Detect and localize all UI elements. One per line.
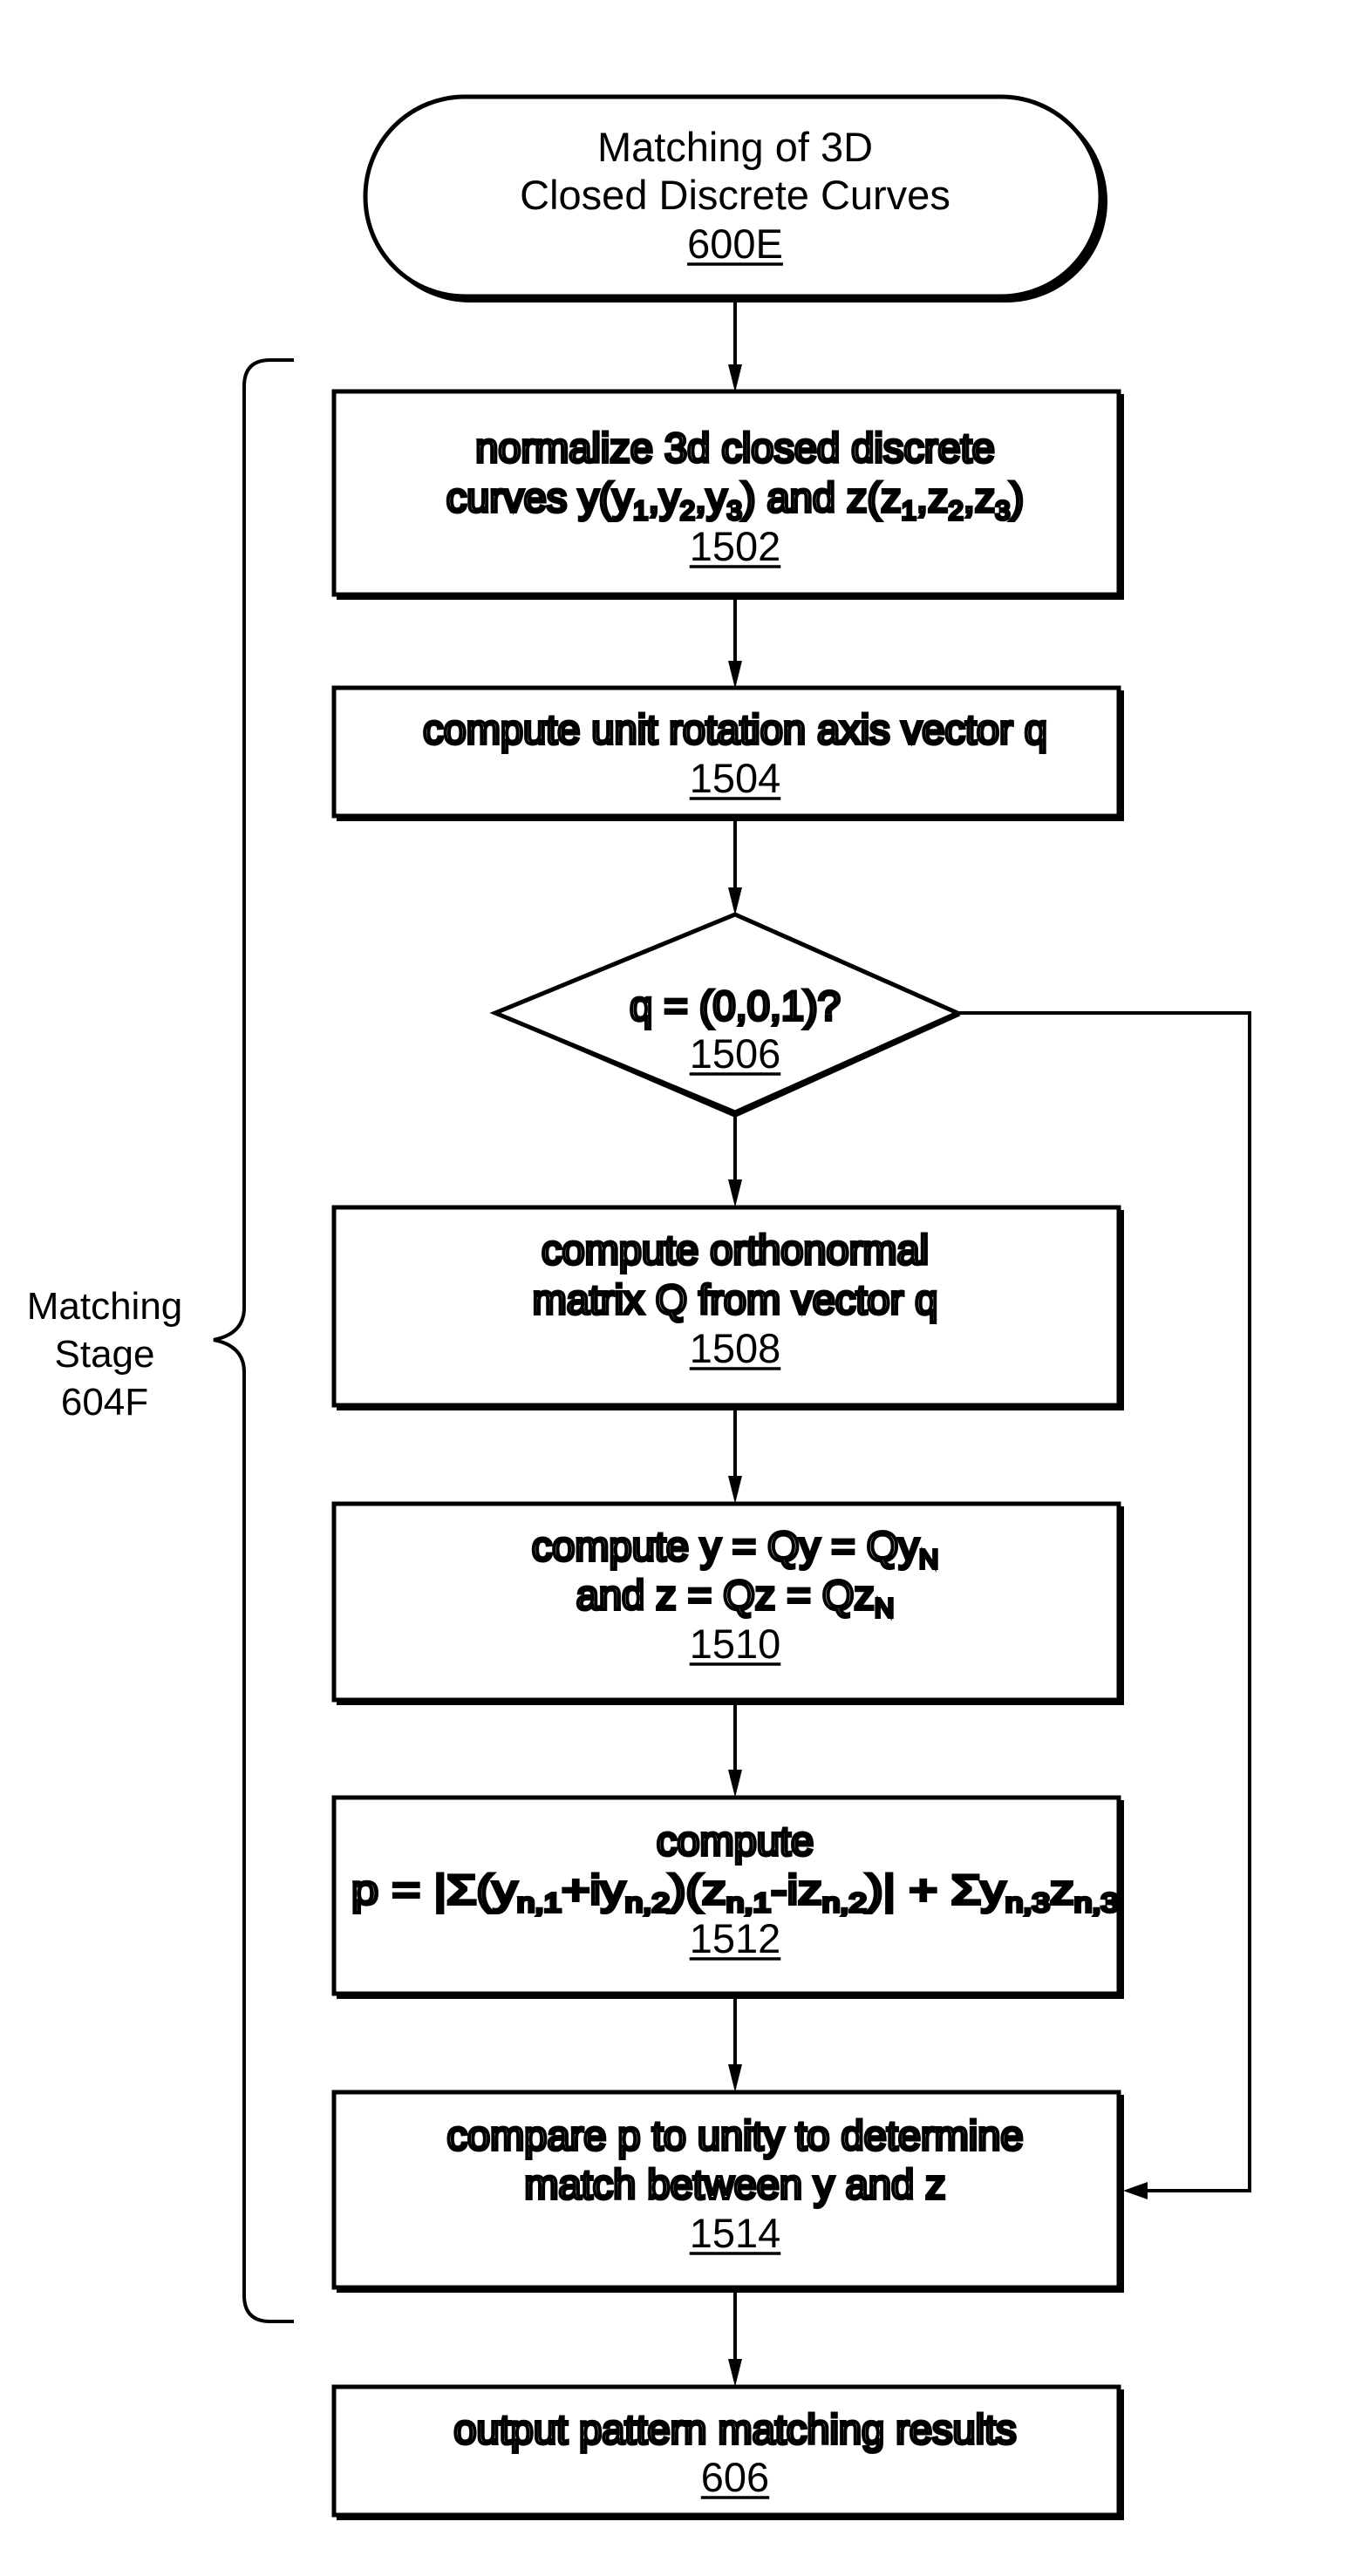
subscript-text: 3 (995, 495, 1010, 526)
step-1514: compare p to unity to determine match be… (331, 2090, 1124, 2293)
step-1508-line-2: matrix Q from vector q (533, 1276, 938, 1322)
flowchart-diagram: Matching of 3D Closed Discrete Curves 60… (27, 94, 1251, 2520)
step-606-ref: 606 (701, 2454, 769, 2500)
arrowhead-icon (728, 364, 742, 392)
subscript-text: 3 (727, 495, 742, 526)
arrowhead-icon (1123, 2182, 1148, 2199)
text-segment: and z = Qz = Qz (576, 1572, 875, 1618)
step-1504-line-1: compute unit rotation axis vector q (423, 706, 1047, 752)
text-segment: compute orthonormal (542, 1227, 929, 1273)
arrowhead-icon (728, 661, 742, 689)
subscript-text: N (919, 1544, 938, 1574)
subscript-text: 2 (680, 495, 695, 526)
step-1510: compute y = Qy = QyN and z = Qz = QzN 15… (331, 1501, 1124, 1705)
text-segment: compare p to unity to determine (447, 2112, 1024, 2158)
subscript-text: n,2 (822, 1887, 867, 1918)
subscript-text: n,3 (1074, 1887, 1119, 1918)
group-label-line-2: Stage (55, 1333, 155, 1376)
arrowhead-icon (728, 887, 742, 915)
step-1514-line-1: compare p to unity to determine (447, 2112, 1024, 2158)
step-1508: compute orthonormal matrix Q from vector… (331, 1205, 1124, 1410)
subscript-text: N (875, 1593, 894, 1623)
subscript-text: 2 (948, 495, 963, 526)
step-1508-line-1: compute orthonormal (542, 1227, 929, 1273)
group-label-line-1: Matching (27, 1285, 183, 1328)
text-segment: curves y(y (446, 474, 634, 520)
text-segment: ) (1011, 474, 1025, 520)
start-title-line-1: Matching of 3D (597, 124, 873, 170)
text-segment: ) and z(z (742, 474, 902, 520)
text-segment: z (1050, 1866, 1074, 1913)
step-1504: compute unit rotation axis vector q 1504 (331, 685, 1124, 821)
step-1502-ref: 1502 (690, 523, 781, 569)
step-606: output pattern matching results 606 (331, 2384, 1124, 2520)
group-label-ref: 604F (61, 1381, 148, 1424)
step-1512-ref: 1512 (690, 1915, 781, 1961)
arrowhead-icon (728, 2064, 742, 2092)
step-1512: compute p = |Σ(y n,1 +iy n,2)(z n,1 -iz n,2)| … (331, 1795, 1124, 1999)
subscript-text: 1 (633, 495, 648, 526)
step-1510-line-1: compute y = Qy = QyN (532, 1523, 938, 1574)
arrowhead-icon (728, 1476, 742, 1504)
arrowhead-icon (728, 1770, 742, 1798)
curly-brace-icon (213, 358, 294, 2323)
matching-stage-group: Matching Stage 604F (27, 358, 294, 2323)
subscript-text: n,3 (1005, 1887, 1050, 1918)
text-segment: +iy (562, 1866, 625, 1913)
text-segment: )(z (670, 1866, 726, 1913)
text-segment: ,z (964, 474, 996, 520)
text-segment: normalize 3d closed discrete (475, 425, 995, 471)
start-title-line-2: Closed Discrete Curves (520, 172, 950, 218)
step-1512-line-1: compute (657, 1818, 814, 1864)
subscript-text: n,1 (517, 1887, 562, 1918)
text-segment: matrix Q from vector q (533, 1276, 938, 1322)
arrowhead-icon (728, 2359, 742, 2387)
text-segment: -iz (771, 1866, 822, 1913)
step-1514-line-2: match between y and z (524, 2161, 945, 2207)
arrowhead-icon (728, 1179, 742, 1207)
text-segment: p = |Σ(y (351, 1866, 517, 1913)
step-1514-ref: 1514 (690, 2210, 781, 2256)
text-segment: )| + Σy (867, 1866, 1005, 1913)
step-606-line-1: output pattern matching results (453, 2406, 1016, 2452)
step-1506-decision: q = (0,0,1)? 1506 (489, 912, 964, 1118)
subscript-text: 1 (902, 495, 916, 526)
text-segment: ,y (648, 474, 680, 520)
text-segment: output pattern matching results (453, 2406, 1016, 2452)
text-segment: compute (657, 1818, 814, 1864)
start-terminal: Matching of 3D Closed Discrete Curves 60… (363, 94, 1107, 302)
text-segment: compute unit rotation axis vector q (423, 706, 1047, 752)
step-1510-line-2: and z = Qz = QzN (576, 1572, 895, 1623)
step-1508-ref: 1508 (690, 1325, 781, 1371)
step-1506-line-1: q = (0,0,1)? (630, 982, 841, 1029)
text-segment: compute y = Qy = Qy (532, 1523, 920, 1569)
step-1502: normalize 3d closed discrete curves y(y1… (331, 389, 1124, 600)
step-1506-ref: 1506 (690, 1030, 781, 1077)
step-1510-ref: 1510 (690, 1621, 781, 1667)
start-ref: 600E (687, 221, 783, 267)
subscript-text: n,1 (726, 1887, 771, 1918)
text-segment: q = (0,0,1)? (630, 982, 841, 1029)
step-1504-ref: 1504 (690, 755, 781, 801)
step-1502-line-1: normalize 3d closed discrete (475, 425, 995, 471)
text-segment: ,y (695, 474, 727, 520)
subscript-text: n,2 (625, 1887, 670, 1918)
text-segment: ,z (916, 474, 949, 520)
text-segment: match between y and z (524, 2161, 945, 2207)
